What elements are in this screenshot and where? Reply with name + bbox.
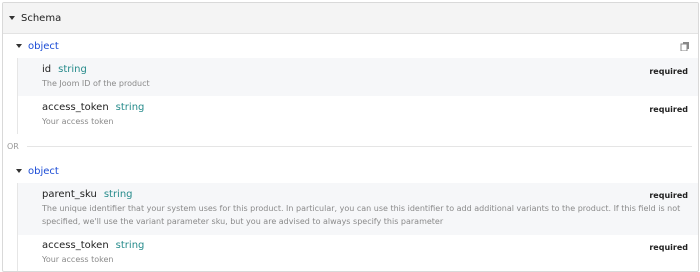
or-label: OR — [7, 141, 19, 151]
property-name: parent_sku — [42, 189, 97, 200]
property-type: string — [103, 189, 133, 200]
property-description: Your access token — [42, 255, 114, 264]
property-type: string — [115, 240, 145, 251]
property-row: access_token string required Your access… — [17, 235, 698, 271]
schema-header[interactable]: Schema — [3, 3, 698, 34]
caret-down-icon[interactable] — [16, 44, 22, 48]
property-description: The Joom ID of the product — [42, 79, 150, 88]
object-type-label: object — [28, 40, 59, 52]
caret-down-icon[interactable] — [9, 16, 15, 20]
object-toggle-2[interactable]: object — [3, 161, 698, 181]
required-label: required — [649, 67, 688, 76]
property-description: The unique identifier that your system u… — [42, 204, 681, 226]
property-type: string — [58, 64, 87, 75]
copy-icon[interactable] — [680, 41, 690, 51]
object-toggle-1[interactable]: object — [3, 36, 698, 56]
object-type-label: object — [28, 165, 59, 177]
required-label: required — [649, 243, 688, 252]
property-name: access_token — [42, 102, 109, 113]
separator-line — [26, 145, 692, 147]
required-label: required — [649, 105, 688, 114]
property-name: id — [42, 64, 52, 75]
property-row: id string required The Joom ID of the pr… — [17, 58, 698, 96]
property-name: access_token — [42, 240, 109, 251]
schema-panel: Schema object id string required The Joo… — [2, 2, 699, 272]
property-row: parent_sku string required The unique id… — [17, 183, 698, 235]
caret-down-icon[interactable] — [16, 169, 22, 173]
schema-title: Schema — [21, 12, 62, 24]
property-description: Your access token — [42, 117, 114, 126]
property-type: string — [115, 102, 145, 113]
or-separator: OR — [3, 140, 698, 152]
required-label: required — [649, 191, 688, 200]
property-row: access_token string required Your access… — [17, 96, 698, 134]
